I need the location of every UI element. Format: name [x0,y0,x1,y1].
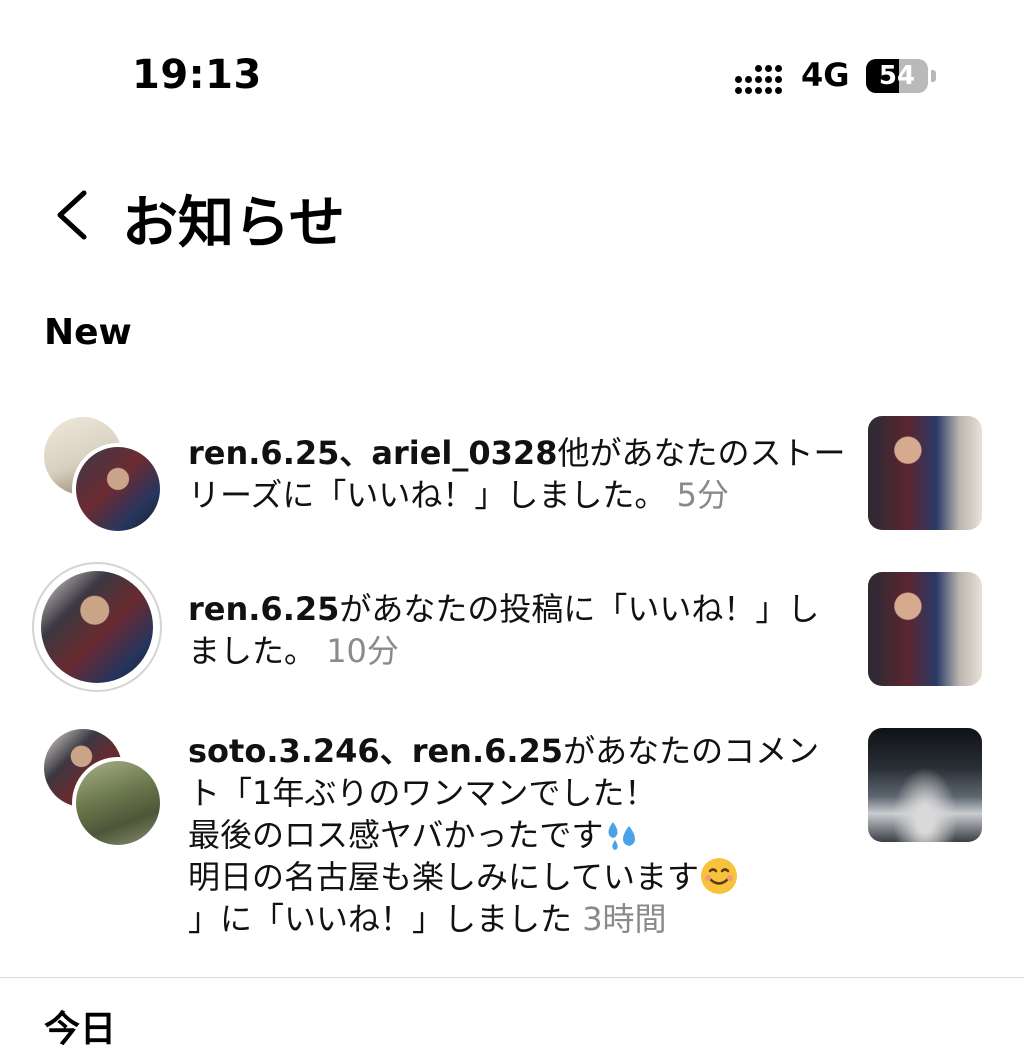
notification-time: 3時間 [582,900,667,938]
network-type: 4G [801,56,850,94]
smiling-face-icon [699,858,739,896]
notification-users[interactable]: soto.3.246、ren.6.25 [188,732,563,770]
page-title: お知らせ [122,191,345,256]
notification-message-line: 明日の名古屋も楽しみにしています [188,858,700,896]
notification-users[interactable]: ren.6.25、ariel_0328 [188,434,557,472]
battery-percent: 54 [878,61,916,91]
comment-post-thumbnail[interactable] [868,728,982,842]
section-header-new: New [44,312,132,353]
story-thumbnail[interactable] [868,416,982,530]
notification-users[interactable]: ren.6.25 [188,590,339,628]
notification-time: 5分 [676,476,729,514]
battery-nub [931,70,936,82]
story-ring [32,562,162,692]
signal-icon [735,60,787,94]
section-header-today: 今日 [44,1009,117,1050]
notification-time: 10分 [326,632,399,670]
notification-message-line: 最後のロス感ヤバかったです [188,816,604,854]
battery-icon: 54 [866,59,928,93]
notification-text: ren.6.25があなたの投稿に「いいね！」しました。 10分 [188,588,848,672]
user-avatar[interactable] [72,757,164,849]
notification-message-line: 」に「いいね！」しました [188,900,573,938]
status-time: 19:13 [132,52,262,98]
section-divider [0,977,1024,978]
sweat-droplets-icon [603,816,643,854]
notification-text: ren.6.25、ariel_0328他があなたのストーリーズに「いいね！」しま… [188,432,848,516]
user-avatar[interactable] [41,571,153,683]
back-button[interactable] [48,185,98,245]
post-thumbnail[interactable] [868,572,982,686]
notification-text: soto.3.246、ren.6.25があなたのコメント「1年ぶりのワンマンでし… [188,730,848,940]
user-avatar[interactable] [72,443,164,535]
chevron-left-icon [57,190,87,240]
